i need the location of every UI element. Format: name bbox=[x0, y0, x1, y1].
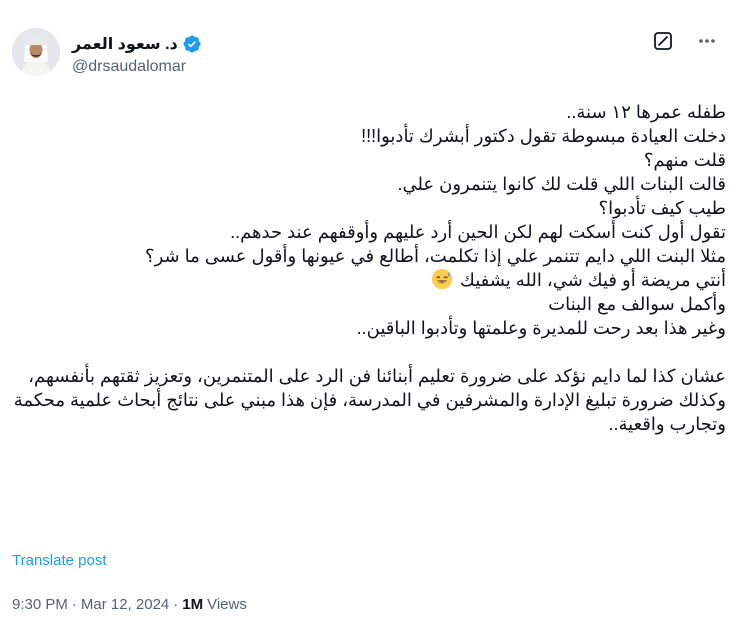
post-line: طيب كيف تأدبوا؟ bbox=[598, 198, 726, 218]
more-icon[interactable] bbox=[696, 30, 718, 52]
views-label: Views bbox=[207, 596, 247, 613]
meta-separator: · bbox=[71, 596, 77, 613]
post-line-with-emoji: أنتي مريضة أو فيك شي، الله يشفيك bbox=[12, 268, 726, 292]
author-handle[interactable]: @drsaudalomar bbox=[72, 58, 186, 76]
author-name-row: د. سعود العمر bbox=[72, 34, 202, 54]
grok-icon[interactable] bbox=[652, 30, 674, 52]
post-line: وأكمل سوالف مع البنات bbox=[548, 294, 726, 314]
author-name[interactable]: د. سعود العمر bbox=[72, 34, 178, 54]
post-line: طفله عمرها ١٢ سنة.. bbox=[566, 102, 726, 122]
sweat-smile-emoji bbox=[431, 268, 453, 290]
post-line-blank bbox=[12, 340, 726, 364]
post-time[interactable]: 9:30 PM bbox=[12, 596, 68, 613]
post-line: عشان كذا لما دايم نؤكد على ضرورة تعليم أ… bbox=[28, 366, 726, 386]
post-date[interactable]: Mar 12, 2024 bbox=[81, 596, 169, 613]
post-meta: 9:30 PM · Mar 12, 2024 · 1M Views bbox=[12, 596, 247, 613]
verified-badge-icon bbox=[183, 35, 201, 53]
post-header: د. سعود العمر @drsaudalomar bbox=[12, 24, 724, 84]
post-line: وكذلك ضرورة تبليغ الإدارة والمشرفين في ا… bbox=[13, 390, 726, 434]
post-line: قالت البنات اللي قلت لك كانوا يتنمرون عل… bbox=[397, 174, 726, 194]
avatar[interactable] bbox=[12, 28, 60, 76]
post-line: وغير هذا بعد رحت للمديرة وعلمتها وتأدبوا… bbox=[356, 318, 726, 338]
post-line: دخلت العيادة مبسوطة تقول دكتور أبشرك تأد… bbox=[361, 126, 726, 146]
post-text: طفله عمرها ١٢ سنة.. دخلت العيادة مبسوطة … bbox=[12, 100, 726, 436]
views-count: 1M bbox=[182, 596, 204, 613]
meta-separator: · bbox=[173, 596, 179, 613]
post-line: تقول أول كنت أسكت لهم لكن الحين أرد عليه… bbox=[230, 222, 726, 242]
translate-post-link[interactable]: Translate post bbox=[12, 552, 107, 569]
post-line: قلت منهم؟ bbox=[643, 150, 726, 170]
post-line: مثلا البنت اللي دايم تتنمر علي إذا تكلمت… bbox=[145, 246, 726, 266]
post-line: أنتي مريضة أو فيك شي، الله يشفيك bbox=[460, 270, 726, 290]
header-actions bbox=[652, 30, 718, 52]
